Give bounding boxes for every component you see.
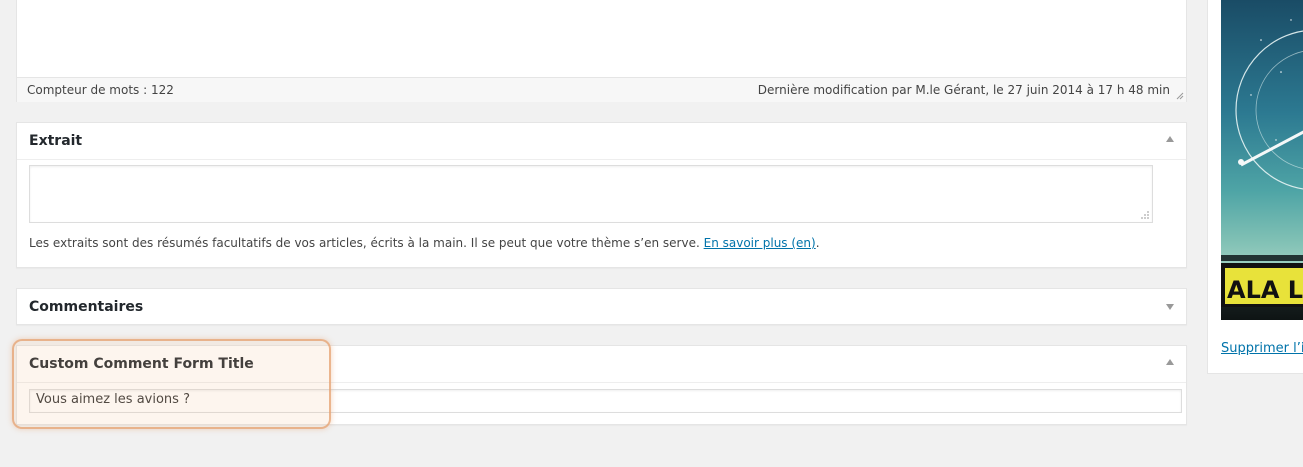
custom-comment-postbox: Custom Comment Form Title Vous aimez les… (16, 345, 1187, 425)
collapse-toggle-icon[interactable] (1166, 359, 1176, 369)
collapse-toggle-icon[interactable] (1166, 136, 1176, 146)
remove-featured-image-link[interactable]: Supprimer l’im (1221, 341, 1303, 356)
editor-status-bar: Compteur de mots : 122 Dernière modifica… (17, 77, 1186, 102)
editor-content-area[interactable] (17, 0, 1186, 77)
excerpt-postbox: Extrait Les extraits sont des résumés fa… (16, 122, 1187, 268)
poster-caption: ALA LIT (1227, 276, 1303, 304)
textarea-grip-icon[interactable] (1140, 210, 1150, 220)
word-count: Compteur de mots : 122 (27, 83, 174, 97)
comment-form-title-input[interactable]: Vous aimez les avions ? (29, 389, 1182, 413)
custom-comment-header[interactable]: Custom Comment Form Title (17, 346, 1186, 383)
post-editor: Compteur de mots : 122 Dernière modifica… (16, 0, 1187, 102)
featured-image-panel: ALA LIT Supprimer l’im (1207, 0, 1303, 374)
excerpt-help-period: . (815, 236, 820, 250)
expand-toggle-icon[interactable] (1166, 304, 1176, 314)
comments-title: Commentaires (29, 299, 144, 315)
featured-image[interactable]: ALA LIT (1221, 0, 1303, 320)
excerpt-header[interactable]: Extrait (17, 123, 1186, 160)
comments-header[interactable]: Commentaires (17, 289, 1186, 325)
learn-more-link[interactable]: En savoir plus (en) (704, 236, 816, 250)
last-modified-info: Dernière modification par M.le Gérant, l… (757, 83, 1170, 97)
custom-comment-title: Custom Comment Form Title (29, 356, 254, 372)
poster-artwork: ALA LIT (1221, 19, 1303, 307)
resize-handle-icon[interactable] (1174, 90, 1184, 100)
excerpt-title: Extrait (29, 133, 83, 149)
excerpt-textarea[interactable] (29, 165, 1153, 223)
excerpt-help-text: Les extraits sont des résumés facultatif… (29, 236, 820, 250)
comments-postbox: Commentaires (16, 288, 1187, 325)
excerpt-help-body: Les extraits sont des résumés facultatif… (29, 236, 704, 250)
